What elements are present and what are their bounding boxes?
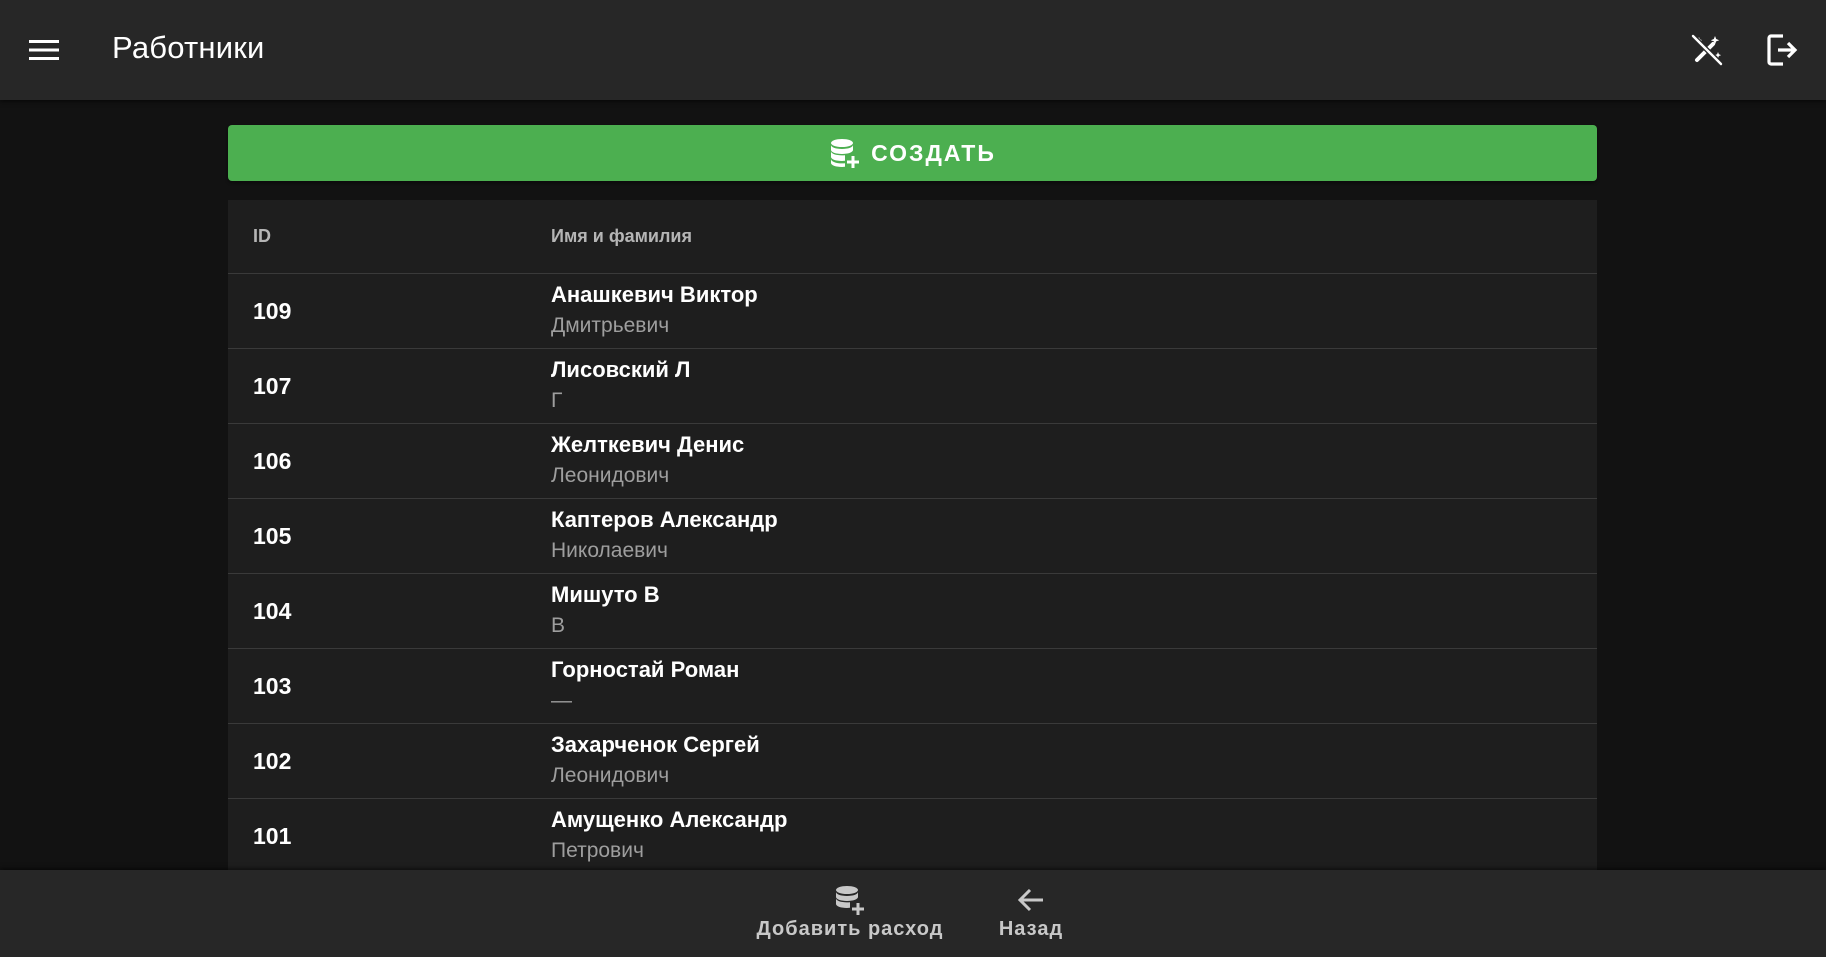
database-plus-icon <box>836 886 864 915</box>
create-button-label: СОЗДАТЬ <box>871 139 996 166</box>
worker-name: Амущенко Александр <box>551 807 788 832</box>
cell-id: 102 <box>253 747 292 774</box>
auto-fix-off-icon <box>1691 34 1723 66</box>
add-expense-button[interactable]: Добавить расход <box>752 884 948 941</box>
app-bar: Работники <box>0 0 1826 100</box>
worker-patronymic: Леонидович <box>551 464 670 487</box>
cell-id: 107 <box>253 372 292 399</box>
cell-name: Лисовский Л Г <box>551 355 1597 417</box>
cell-id: 104 <box>253 597 292 624</box>
worker-patronymic: Петрович <box>551 839 644 862</box>
cell-name: Каптеров Александр Николаевич <box>551 505 1597 567</box>
cell-name: Желткевич Денис Леонидович <box>551 430 1597 492</box>
table-row[interactable]: 105 Каптеров Александр Николаевич <box>228 499 1597 574</box>
table-body: 109 Анашкевич Виктор Дмитрьевич 107 Лисовски… <box>228 274 1597 874</box>
logout-icon <box>1767 34 1798 66</box>
logout-button[interactable] <box>1758 26 1806 74</box>
table-row[interactable]: 109 Анашкевич Виктор Дмитрьевич <box>228 274 1597 349</box>
cell-id: 106 <box>253 447 292 474</box>
worker-name: Захарченок Сергей <box>551 732 760 757</box>
worker-patronymic: Николаевич <box>551 539 668 562</box>
menu-icon <box>29 40 59 60</box>
worker-name: Каптеров Александр <box>551 507 778 532</box>
cell-name: Мишуто В В <box>551 580 1597 642</box>
worker-patronymic: В <box>551 614 566 637</box>
cell-name: Захарченок Сергей Леонидович <box>551 730 1597 792</box>
cell-id: 105 <box>253 522 292 549</box>
table-row[interactable]: 106 Желткевич Денис Леонидович <box>228 424 1597 499</box>
cell-id: 103 <box>253 672 292 699</box>
column-header-id[interactable]: ID <box>228 226 551 247</box>
database-plus-icon <box>831 139 860 168</box>
cell-name: Анашкевич Виктор Дмитрьевич <box>551 280 1597 342</box>
worker-name: Желткевич Денис <box>551 432 745 457</box>
arrow-left-icon <box>1017 888 1043 912</box>
table-row[interactable]: 102 Захарченок Сергей Леонидович <box>228 724 1597 799</box>
table-row[interactable]: 107 Лисовский Л Г <box>228 349 1597 424</box>
worker-name: Мишуто В <box>551 582 660 607</box>
workers-table: ID Имя и фамилия 109 Анашкевич Виктор Дмит… <box>228 200 1597 874</box>
worker-patronymic: Леонидович <box>551 764 670 787</box>
cell-id: 109 <box>253 297 292 324</box>
bottom-navigation: Добавить расход Назад <box>0 870 1826 957</box>
add-expense-label: Добавить расход <box>756 918 944 940</box>
worker-name: Лисовский Л <box>551 357 691 382</box>
menu-button[interactable] <box>22 26 66 74</box>
main-content: СОЗДАТЬ ID Имя и фамилия 109 Анашкевич Ви… <box>228 125 1597 874</box>
table-header: ID Имя и фамилия <box>228 200 1597 274</box>
worker-name: Анашкевич Виктор <box>551 282 758 307</box>
back-button[interactable]: Назад <box>990 884 1072 941</box>
theme-toggle-button[interactable] <box>1683 26 1731 74</box>
create-button[interactable]: СОЗДАТЬ <box>228 125 1597 181</box>
cell-name: Горностай Роман — <box>551 655 1597 717</box>
table-row[interactable]: 103 Горностай Роман — <box>228 649 1597 724</box>
column-header-name[interactable]: Имя и фамилия <box>551 226 1597 247</box>
worker-name: Горностай Роман <box>551 657 740 682</box>
worker-patronymic: Г <box>551 389 563 412</box>
worker-patronymic: Дмитрьевич <box>551 314 670 337</box>
page-title: Работники <box>112 30 265 65</box>
cell-name: Амущенко Александр Петрович <box>551 805 1597 867</box>
back-label: Назад <box>998 918 1064 940</box>
table-row[interactable]: 104 Мишуто В В <box>228 574 1597 649</box>
table-row[interactable]: 101 Амущенко Александр Петрович <box>228 799 1597 874</box>
worker-patronymic: — <box>551 689 572 712</box>
cell-id: 101 <box>253 822 292 849</box>
